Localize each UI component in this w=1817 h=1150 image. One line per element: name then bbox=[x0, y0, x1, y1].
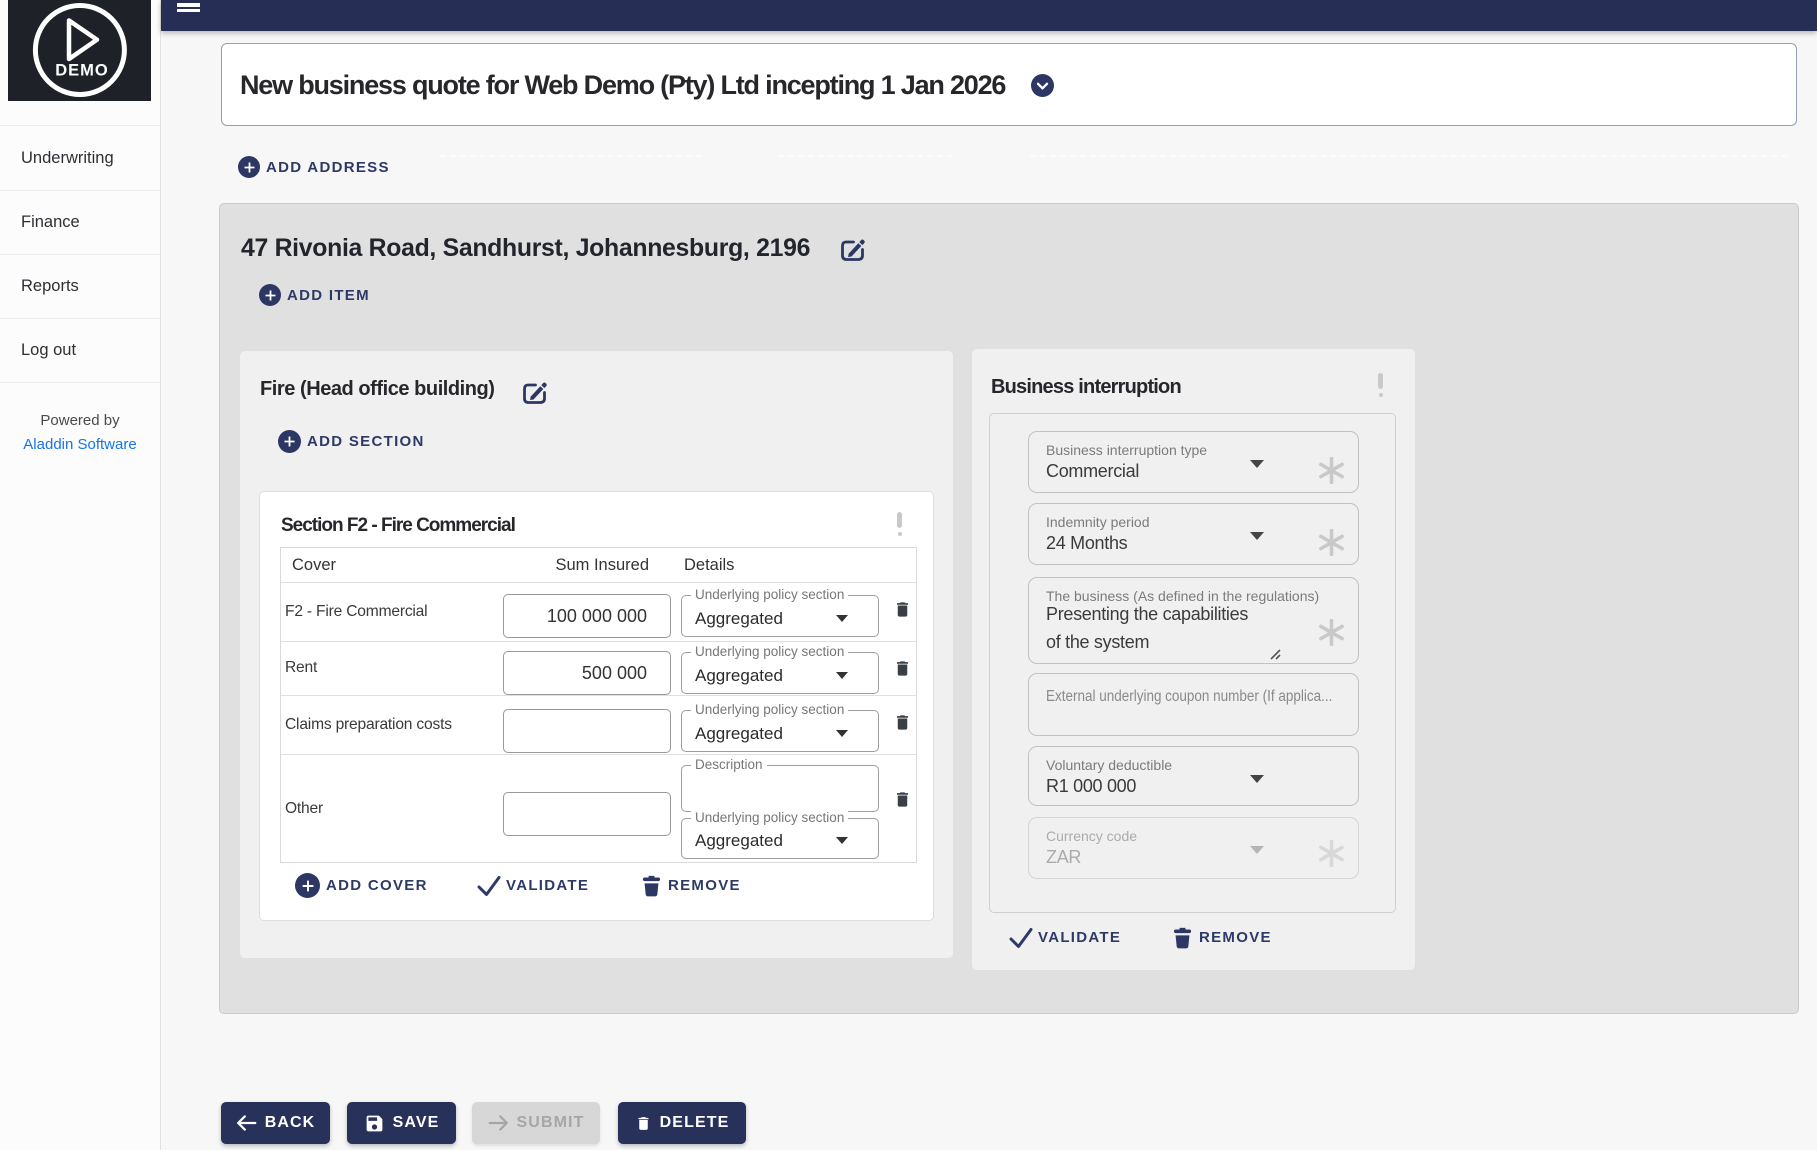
svg-text:DEMO: DEMO bbox=[55, 62, 109, 80]
